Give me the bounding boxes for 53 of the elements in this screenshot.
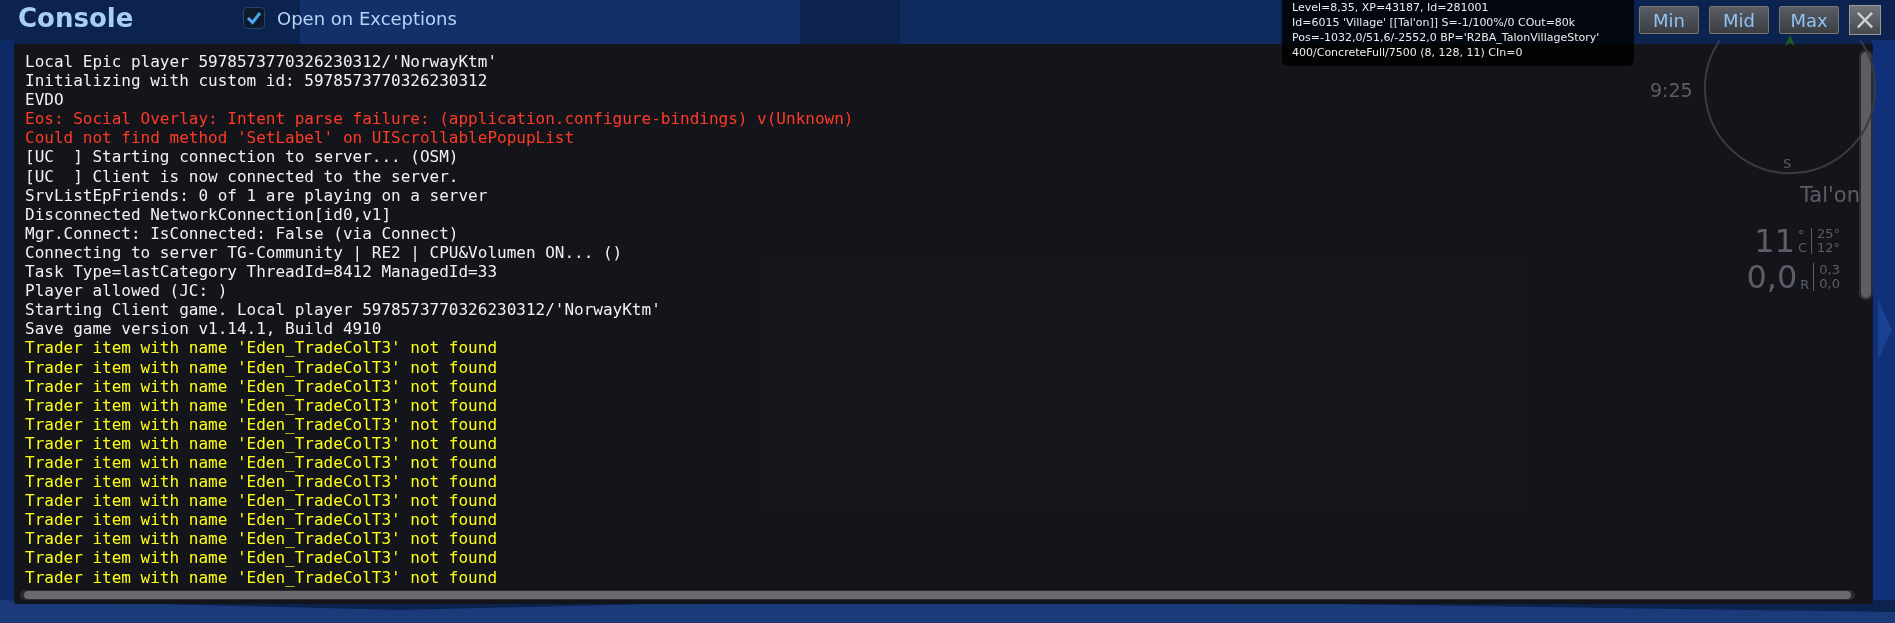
window-size-button[interactable]: Mid [1709,6,1769,34]
log-line: Connecting to server TG-Community | RE2 | CPU&Volumen ON... () [25,242,623,263]
log-line: Trader item with name 'Eden_TradeColT3' not found [25,414,497,434]
log-line: Trader item with name 'Eden_TradeColT3' not found [25,376,497,396]
log-line: Starting Client game. Local player 5978573770326230312/'NorwayKtm' [25,300,661,320]
log-line: Trader item with name 'Eden_TradeColT3' not found [25,491,497,511]
log-line: Trader item with name 'Eden_TradeColT3' not found [25,395,497,415]
log-line: Save game version v1.14.1, Build 4910 [25,319,382,339]
debug-line: 400/ConcreteFull/7500 (8, 128, 11) CIn=0 [1292,45,1524,60]
log-line: Could not find method 'SetLabel' on UIScrollablePopupList [25,128,575,148]
temperature-high: 25° [1816,227,1840,241]
log-line: Trader item with name 'Eden_TradeColT3' not found [25,510,497,530]
log-line: Eos: Social Overlay: Intent parse failure: (application.configure-bindings) v(Unknown) [25,109,854,129]
compass-label: S [1783,156,1792,171]
log-line: Trader item with name 'Eden_TradeColT3' not found [25,472,497,492]
log-line: Initializing with custom id: 5978573770326230312 [25,71,488,91]
log-line: Trader item with name 'Eden_TradeColT3' not found [25,452,497,473]
close-button[interactable]: × [1849,5,1881,35]
log-line: Trader item with name 'Eden_TradeColT3' not found [25,567,497,587]
clock-time: 9:25 [1650,79,1693,101]
log-line: [UC ] Starting connection to server... (OSM) [25,147,459,167]
checkbox-label: Open on Exceptions [277,7,457,29]
log-line: EVDO [25,90,64,110]
location-name: Tal'on [1800,183,1860,207]
log-line: Trader item with name 'Eden_TradeColT3' not found [25,338,497,358]
debug-line: Id=6015 'Village' [[Tal'on]] S=-1/100%/0 COut=80k [1292,15,1577,30]
log-line: SrvListEpFriends: 0 of 1 are playing on a server [25,185,488,205]
checkbox[interactable] [243,7,265,29]
log-line: Trader item with name 'Eden_TradeColT3' not found [25,433,497,453]
degree-sign: ° [1797,228,1806,241]
debug-line: Pos=-1032,0/51,6/-2552,0 BP='R2BA_TalonVillageStory' [1292,30,1601,45]
rain-value: 0,0 [1746,260,1798,294]
horizontal-scrollbar[interactable] [20,590,1855,600]
rain-unit: R [1800,278,1810,291]
window-title: Console [18,3,135,33]
log-line: Trader item with name 'Eden_TradeColT3' not found [25,548,497,568]
temperature-unit: C [1797,241,1807,254]
window-size-button[interactable]: Min [1639,6,1699,34]
log-line: Trader item with name 'Eden_TradeColT3' not found [25,357,497,377]
log-line: Player allowed (JC: ) [25,281,228,301]
log-line: Local Epic player 5978573770326230312/'NorwayKtm' [25,52,497,72]
rain-low: 0,0 [1819,277,1840,291]
window-size-button[interactable]: Max [1779,6,1839,34]
log-line: [UC ] Client is now connected to the server. [25,166,459,186]
log-line: Trader item with name 'Eden_TradeColT3' not found [25,529,497,549]
temperature-low: 12° [1816,241,1840,255]
log-line: Disconnected NetworkConnection[id0,v1] [25,204,392,224]
rain-high: 0,3 [1819,263,1840,277]
vertical-scrollbar[interactable] [1859,50,1873,300]
log-line: Mgr.Connect: IsConnected: False (via Connect) [25,223,459,243]
log-line: Task Type=lastCategory ThreadId=8412 ManagedId=33 [25,262,497,282]
temperature-value: 11 [1754,224,1795,258]
debug-line: Level=8,35, XP=43187, Id=281001 [1292,0,1490,15]
